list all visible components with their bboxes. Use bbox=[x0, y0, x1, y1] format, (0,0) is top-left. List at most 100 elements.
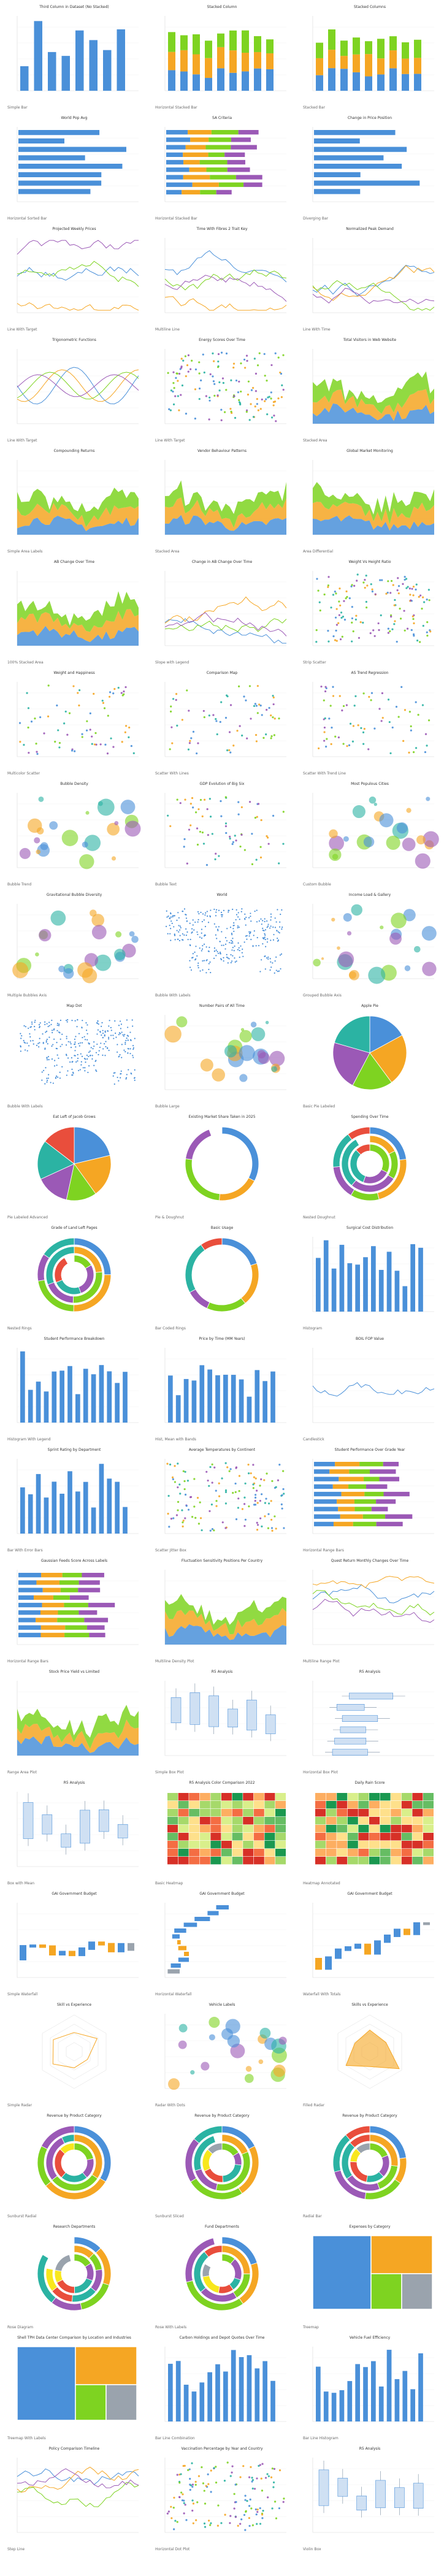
chart-title: Existing Market Share Taken in 2025 bbox=[188, 1115, 256, 1119]
bar bbox=[42, 1602, 64, 1608]
heat-cell bbox=[178, 1833, 189, 1841]
map-dot bbox=[231, 934, 233, 936]
chart-thumbnail bbox=[164, 349, 286, 424]
scatter-point bbox=[209, 1529, 212, 1532]
chart-title: Student Performance Breakdown bbox=[44, 1337, 105, 1341]
scatter-point bbox=[26, 692, 28, 694]
scatter-point bbox=[40, 842, 48, 850]
bar bbox=[331, 1268, 337, 1312]
scatter-point bbox=[49, 821, 58, 830]
map-dot bbox=[272, 939, 275, 941]
scatter-point bbox=[332, 635, 335, 638]
scatter-point bbox=[81, 736, 83, 738]
bar bbox=[40, 1610, 58, 1615]
scatter-point bbox=[270, 2476, 273, 2479]
map-dot bbox=[115, 1036, 117, 1038]
bar bbox=[107, 1478, 112, 1534]
map-dot bbox=[86, 1039, 88, 1041]
bar bbox=[58, 1610, 79, 1615]
bar bbox=[255, 1370, 260, 1423]
bar bbox=[314, 1469, 330, 1474]
scatter-point bbox=[243, 1524, 246, 1527]
scatter-point bbox=[261, 2513, 264, 2516]
heat-cell bbox=[337, 1849, 348, 1857]
chart-thumbnail bbox=[164, 1681, 286, 1756]
scatter-point bbox=[370, 699, 372, 701]
map-dot bbox=[169, 917, 171, 920]
scatter-point bbox=[35, 952, 39, 957]
map-dot bbox=[277, 909, 278, 911]
map-dot bbox=[67, 1057, 69, 1059]
chart-thumbnail bbox=[17, 1903, 139, 1978]
scatter-point bbox=[364, 578, 366, 581]
map-dot bbox=[24, 1042, 26, 1044]
map-dot bbox=[87, 1071, 89, 1074]
map-dot bbox=[230, 939, 232, 941]
bar bbox=[207, 2372, 212, 2421]
map-dot bbox=[80, 1064, 82, 1066]
chart-caption: Bubble With Labels bbox=[155, 993, 191, 998]
map-dot bbox=[267, 923, 269, 925]
scatter-point bbox=[93, 743, 96, 746]
scatter-point bbox=[243, 849, 246, 851]
scatter-point bbox=[270, 397, 272, 400]
map-dot bbox=[270, 916, 272, 918]
scatter-point bbox=[199, 830, 202, 833]
heat-cell bbox=[326, 1849, 337, 1857]
scatter-point bbox=[237, 801, 240, 803]
scatter-point bbox=[267, 1527, 270, 1529]
scatter-point bbox=[415, 747, 418, 749]
scatter-point bbox=[278, 2036, 287, 2045]
map-dot bbox=[59, 1045, 61, 1047]
scatter-point bbox=[362, 692, 365, 695]
bar bbox=[57, 1618, 85, 1622]
chart-title: Spending Over Time bbox=[351, 1115, 389, 1119]
scatter-point bbox=[261, 1525, 263, 1528]
chart-title: Vendor Behaviour Patterns bbox=[197, 449, 247, 453]
scatter-point bbox=[217, 353, 220, 356]
chart-caption: Horizontal Range Bars bbox=[7, 1659, 48, 1664]
map-dot bbox=[234, 957, 235, 959]
scatter-point bbox=[255, 1494, 257, 1496]
map-dot bbox=[179, 925, 181, 927]
heat-cell bbox=[232, 1857, 243, 1865]
map-dot bbox=[186, 931, 188, 933]
heat-cell bbox=[189, 1857, 200, 1865]
scatter-point bbox=[281, 1494, 283, 1497]
scatter-point bbox=[411, 615, 414, 617]
scatter-point bbox=[124, 686, 127, 689]
scatter-point bbox=[180, 357, 183, 360]
scatter-point bbox=[410, 599, 412, 602]
bar bbox=[175, 1395, 181, 1423]
bar bbox=[216, 189, 232, 195]
scatter-point bbox=[198, 361, 201, 364]
scatter-point bbox=[202, 843, 205, 845]
scatter-point bbox=[171, 1476, 174, 1478]
scatter-point bbox=[27, 726, 29, 729]
scatter-point bbox=[166, 1462, 169, 1465]
scatter-point bbox=[203, 2522, 206, 2524]
heat-cell bbox=[210, 1833, 221, 1841]
map-dot bbox=[205, 946, 207, 948]
scatter-point bbox=[259, 705, 262, 707]
scatter-point bbox=[228, 749, 231, 752]
radar-grid bbox=[58, 2033, 91, 2071]
series-line bbox=[312, 280, 435, 311]
bar bbox=[365, 54, 372, 77]
bar bbox=[347, 1263, 353, 1312]
scatter-point bbox=[359, 621, 362, 624]
heat-cell bbox=[243, 1857, 254, 1865]
map-dot bbox=[124, 1050, 126, 1053]
scatter-point bbox=[278, 1464, 281, 1466]
map-dot bbox=[121, 1031, 123, 1033]
map-dot bbox=[23, 1025, 25, 1027]
scatter-point bbox=[335, 624, 339, 626]
chart-title: World Pop Avg bbox=[61, 116, 88, 120]
waterfall-step bbox=[207, 1911, 219, 1916]
chart-title: Vaccination Percentage by Year and Count… bbox=[181, 2447, 263, 2451]
map-dot bbox=[126, 1019, 128, 1021]
map-dot bbox=[274, 960, 276, 962]
scatter-point bbox=[253, 705, 256, 708]
map-dot bbox=[82, 1020, 83, 1022]
series-line bbox=[17, 261, 139, 287]
